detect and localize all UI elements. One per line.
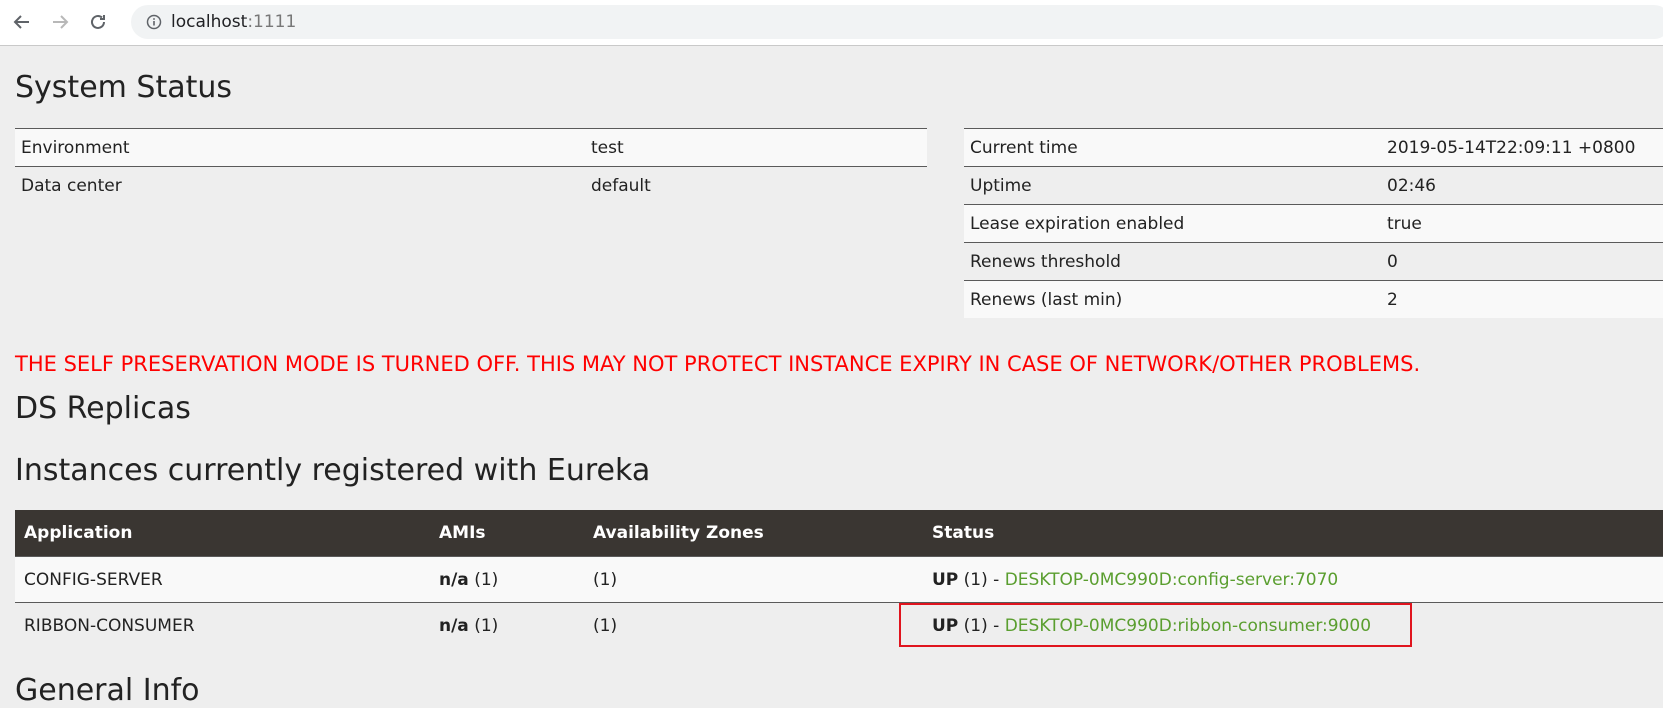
url-host: localhost bbox=[171, 12, 248, 32]
table-row: Uptime 02:46 bbox=[964, 166, 1663, 205]
status-value: 2 bbox=[1381, 280, 1663, 318]
table-row: Renews threshold 0 bbox=[964, 242, 1663, 281]
amis-value: n/a bbox=[439, 569, 469, 590]
status-value: 2019-05-14T22:09:11 +0800 bbox=[1381, 128, 1663, 167]
amis-cell: n/a (1) bbox=[430, 602, 584, 648]
column-header-amis: AMIs bbox=[430, 510, 584, 557]
status-label: Current time bbox=[964, 128, 1381, 167]
table-row: Environment test bbox=[15, 128, 927, 167]
zones-cell: (1) bbox=[584, 556, 923, 603]
ds-replicas-heading: DS Replicas bbox=[15, 391, 191, 426]
zones-cell: (1) bbox=[584, 602, 923, 648]
status-label: Lease expiration enabled bbox=[964, 204, 1381, 243]
status-label: Renews threshold bbox=[964, 242, 1381, 281]
general-info-heading: General Info bbox=[15, 673, 200, 708]
status-table: Current time 2019-05-14T22:09:11 +0800 U… bbox=[964, 128, 1663, 318]
status-count: (1) - bbox=[958, 569, 1005, 590]
env-label: Data center bbox=[15, 166, 585, 204]
table-row: Data center default bbox=[15, 166, 927, 204]
url-text[interactable]: localhost:1111 bbox=[171, 12, 296, 32]
column-header-availability-zones: Availability Zones bbox=[584, 510, 923, 557]
amis-count: (1) bbox=[468, 615, 499, 636]
amis-cell: n/a (1) bbox=[430, 556, 584, 603]
self-preservation-warning: THE SELF PRESERVATION MODE IS TURNED OFF… bbox=[15, 352, 1421, 376]
status-label: Uptime bbox=[964, 166, 1381, 205]
address-bar[interactable]: localhost:1111 bbox=[131, 5, 1663, 39]
status-value: 02:46 bbox=[1381, 166, 1663, 205]
browser-toolbar: localhost:1111 bbox=[0, 0, 1663, 46]
env-label: Environment bbox=[15, 128, 585, 167]
instances-heading: Instances currently registered with Eure… bbox=[15, 453, 651, 488]
amis-count: (1) bbox=[468, 569, 499, 590]
environment-table: Environment test Data center default bbox=[15, 128, 927, 204]
instance-link[interactable]: DESKTOP-0MC990D:config-server:7070 bbox=[1005, 570, 1339, 590]
amis-value: n/a bbox=[439, 615, 469, 636]
reload-icon[interactable] bbox=[85, 9, 111, 35]
column-header-status: Status bbox=[923, 510, 1663, 557]
highlight-annotation-box bbox=[899, 603, 1412, 647]
url-port: :1111 bbox=[247, 12, 297, 32]
table-row: Lease expiration enabled true bbox=[964, 204, 1663, 243]
back-arrow-icon[interactable] bbox=[9, 9, 35, 35]
table-row: RIBBON-CONSUMER n/a (1) (1) UP (1) - DES… bbox=[15, 602, 1663, 648]
env-value: test bbox=[585, 128, 927, 167]
status-label: Renews (last min) bbox=[964, 280, 1381, 318]
status-up: UP bbox=[932, 569, 959, 590]
column-header-application: Application bbox=[15, 510, 430, 557]
env-value: default bbox=[585, 166, 927, 204]
application-name: RIBBON-CONSUMER bbox=[15, 602, 430, 648]
instances-table: Application AMIs Availability Zones Stat… bbox=[15, 510, 1663, 648]
table-row: Renews (last min) 2 bbox=[964, 280, 1663, 318]
application-name: CONFIG-SERVER bbox=[15, 556, 430, 603]
status-value: true bbox=[1381, 204, 1663, 243]
status-value: 0 bbox=[1381, 242, 1663, 281]
table-header-row: Application AMIs Availability Zones Stat… bbox=[15, 510, 1663, 557]
table-row: Current time 2019-05-14T22:09:11 +0800 bbox=[964, 128, 1663, 167]
system-status-heading: System Status bbox=[15, 70, 233, 105]
forward-arrow-icon[interactable] bbox=[47, 9, 73, 35]
status-cell: UP (1) - DESKTOP-0MC990D:config-server:7… bbox=[923, 556, 1663, 603]
table-row: CONFIG-SERVER n/a (1) (1) UP (1) - DESKT… bbox=[15, 556, 1663, 603]
info-icon[interactable] bbox=[145, 13, 163, 31]
